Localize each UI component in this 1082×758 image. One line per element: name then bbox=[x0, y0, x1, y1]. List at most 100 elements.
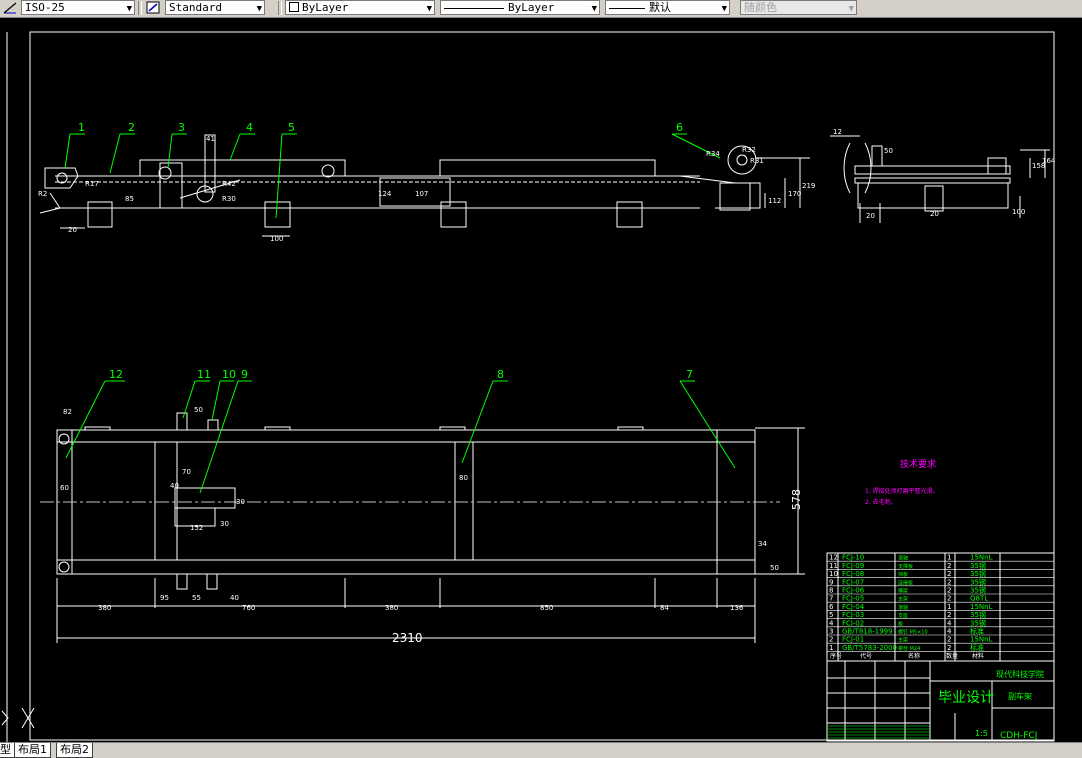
dimstyle-select[interactable]: ISO-25 ▼ bbox=[21, 0, 135, 15]
dim-text: 55 bbox=[192, 594, 201, 602]
bom-cell-material: 标准 bbox=[970, 627, 984, 636]
dim-text: 82 bbox=[63, 408, 72, 416]
plan-balloons bbox=[65, 380, 736, 494]
balloon-label: 10 bbox=[222, 368, 236, 381]
bom-cell-material: 35钢 bbox=[970, 569, 986, 578]
dim-text: 30 bbox=[220, 520, 229, 528]
dim-text: 100 bbox=[270, 235, 283, 243]
dim-text: 30 bbox=[236, 498, 245, 506]
bom-cell-no: 7 bbox=[829, 595, 833, 603]
bom-cell-material: 15NnL bbox=[970, 554, 993, 562]
title-block: 毕业设计 现代科技学院 副车架 1:5 CDH-FCJ bbox=[826, 660, 1055, 742]
bom-cell-qty: 2 bbox=[947, 644, 951, 652]
lineweight-value: 默认 bbox=[649, 1, 671, 14]
balloon-label: 4 bbox=[246, 121, 253, 134]
bom-cell-name: 滚轴 bbox=[898, 555, 908, 562]
tab-layout1[interactable]: 布局1 bbox=[14, 743, 51, 758]
model-space-canvas[interactable]: 1 2 3 4 5 6 R2 R17 20 85 41 R42 R30 100 … bbox=[0, 18, 1082, 742]
bom-cell-no: 5 bbox=[829, 611, 833, 619]
bom-header: 序号 代号 名称 数量 材料 bbox=[830, 652, 984, 660]
linetype-select[interactable]: ByLayer ▼ bbox=[440, 0, 600, 15]
balloon-label: 3 bbox=[178, 121, 185, 134]
dim-text: 164 bbox=[1042, 157, 1056, 165]
color-select[interactable]: ByLayer ▼ bbox=[285, 0, 435, 15]
bom-cell-qty: 2 bbox=[947, 578, 951, 586]
dim-text: 219 bbox=[802, 182, 815, 190]
bom-cell-qty: 2 bbox=[947, 562, 951, 570]
dim-text: 850 bbox=[540, 604, 553, 612]
bom-cell-code: GB/T818-1999 bbox=[842, 628, 893, 636]
bom-cell-name: 挡板 bbox=[898, 571, 908, 578]
linetype-sample-icon bbox=[444, 7, 504, 9]
tab-layout2[interactable]: 布局2 bbox=[56, 743, 93, 758]
bom-cell-name: 横梁 bbox=[898, 588, 908, 595]
dim-text: 50 bbox=[770, 564, 779, 572]
dim-text: 40 bbox=[170, 482, 179, 490]
layout-tabs: 型 布局1 布局2 bbox=[0, 742, 1082, 758]
balloon-label: 2 bbox=[128, 121, 135, 134]
balloon-label: 6 bbox=[676, 121, 683, 134]
bom-cell-code: FCJ-03 bbox=[842, 611, 864, 619]
dim-text: R31 bbox=[750, 157, 764, 165]
dim-text: 100 bbox=[1012, 208, 1025, 216]
tab-model[interactable]: 型 bbox=[0, 743, 15, 758]
dim-text: 70 bbox=[182, 468, 191, 476]
balloon-label: 5 bbox=[288, 121, 295, 134]
balloon-label: 12 bbox=[109, 368, 123, 381]
dim-text: 80 bbox=[459, 474, 468, 482]
bom-cell-no: 9 bbox=[829, 578, 833, 586]
bom-cell-code: FCJ-06 bbox=[842, 587, 865, 595]
toolbar-separator bbox=[278, 1, 282, 15]
bom-cell-qty: 2 bbox=[947, 636, 951, 644]
bom-cell-name: 支座 bbox=[898, 612, 908, 619]
dim-text: 380 bbox=[98, 604, 111, 612]
dim-text: 95 bbox=[160, 594, 169, 602]
bom-cell-no: 3 bbox=[829, 628, 833, 636]
bom-cell-name: 板 bbox=[898, 620, 903, 627]
textstyle-icon[interactable] bbox=[145, 0, 161, 15]
bom-cell-no: 8 bbox=[829, 587, 833, 595]
bom-header-code: 代号 bbox=[860, 652, 872, 660]
bom-table: 12 FCJ-10 滚轴 1 15NnL11 FCJ-09 支撑板 2 35钢10 FCJ-08 挡… bbox=[826, 552, 1055, 662]
balloon-label: 8 bbox=[497, 368, 504, 381]
dim-text: R2 bbox=[38, 190, 47, 198]
bom-cell-material: 35钢 bbox=[970, 610, 986, 619]
dimstyle-icon[interactable] bbox=[2, 0, 18, 15]
plan-dimensions: 82 50 60 80 70 40 30 152 30 578 34 50 bbox=[60, 406, 803, 572]
dim-text: R30 bbox=[222, 195, 236, 203]
bom-header-material: 材料 bbox=[972, 652, 984, 660]
cad-drawing: 1 2 3 4 5 6 R2 R17 20 85 41 R42 R30 100 … bbox=[1, 31, 1056, 742]
plan-balloon-labels: 12 11 10 9 8 7 bbox=[109, 368, 693, 381]
bom-cell-code: FCJ-10 bbox=[842, 554, 864, 562]
dim-text: 20 bbox=[68, 226, 77, 234]
bottom-dimensions: 380 95 55 40 760 380 850 84 136 bbox=[98, 594, 744, 612]
bom-cell-code: FCJ-08 bbox=[842, 570, 864, 578]
drawing-name: 副车架 bbox=[1008, 691, 1032, 701]
bom-cell-material: 35钢 bbox=[970, 618, 986, 627]
drawing-number: CDH-FCJ bbox=[1000, 731, 1037, 741]
bom-cell-code: FCJ-02 bbox=[842, 619, 864, 627]
bom-cell-name: 螺钉 M5×10 bbox=[898, 629, 928, 636]
bom-cell-name: 滚轴 bbox=[898, 604, 908, 611]
bom-cell-no: 11 bbox=[829, 562, 838, 570]
plotstyle-value: 随颜色 bbox=[744, 1, 777, 14]
bom-header-qty: 数量 bbox=[946, 652, 958, 660]
lineweight-select[interactable]: 默认 ▼ bbox=[605, 0, 730, 15]
bom-cell-qty: 1 bbox=[947, 603, 951, 611]
dim-text: 50 bbox=[194, 406, 203, 414]
tech-req-item: 1. 焊接处须打磨平整光滑。 bbox=[865, 487, 939, 495]
dim-text: 578 bbox=[790, 489, 803, 510]
linetype-value: ByLayer bbox=[508, 1, 555, 14]
bom-cell-qty: 1 bbox=[947, 554, 951, 562]
chevron-down-icon: ▼ bbox=[721, 4, 727, 14]
project-title: 毕业设计 bbox=[938, 690, 994, 706]
bom-cell-qty: 2 bbox=[947, 570, 951, 578]
textstyle-select[interactable]: Standard ▼ bbox=[165, 0, 265, 15]
dim-text: R17 bbox=[85, 180, 99, 188]
dim-text: 112 bbox=[768, 197, 781, 205]
chevron-down-icon: ▼ bbox=[848, 4, 854, 14]
dim-text: 41 bbox=[206, 135, 215, 143]
chevron-down-icon: ▼ bbox=[256, 4, 262, 14]
bom-cell-material: 15NnL bbox=[970, 603, 993, 611]
bom-cell-qty: 2 bbox=[947, 595, 951, 603]
